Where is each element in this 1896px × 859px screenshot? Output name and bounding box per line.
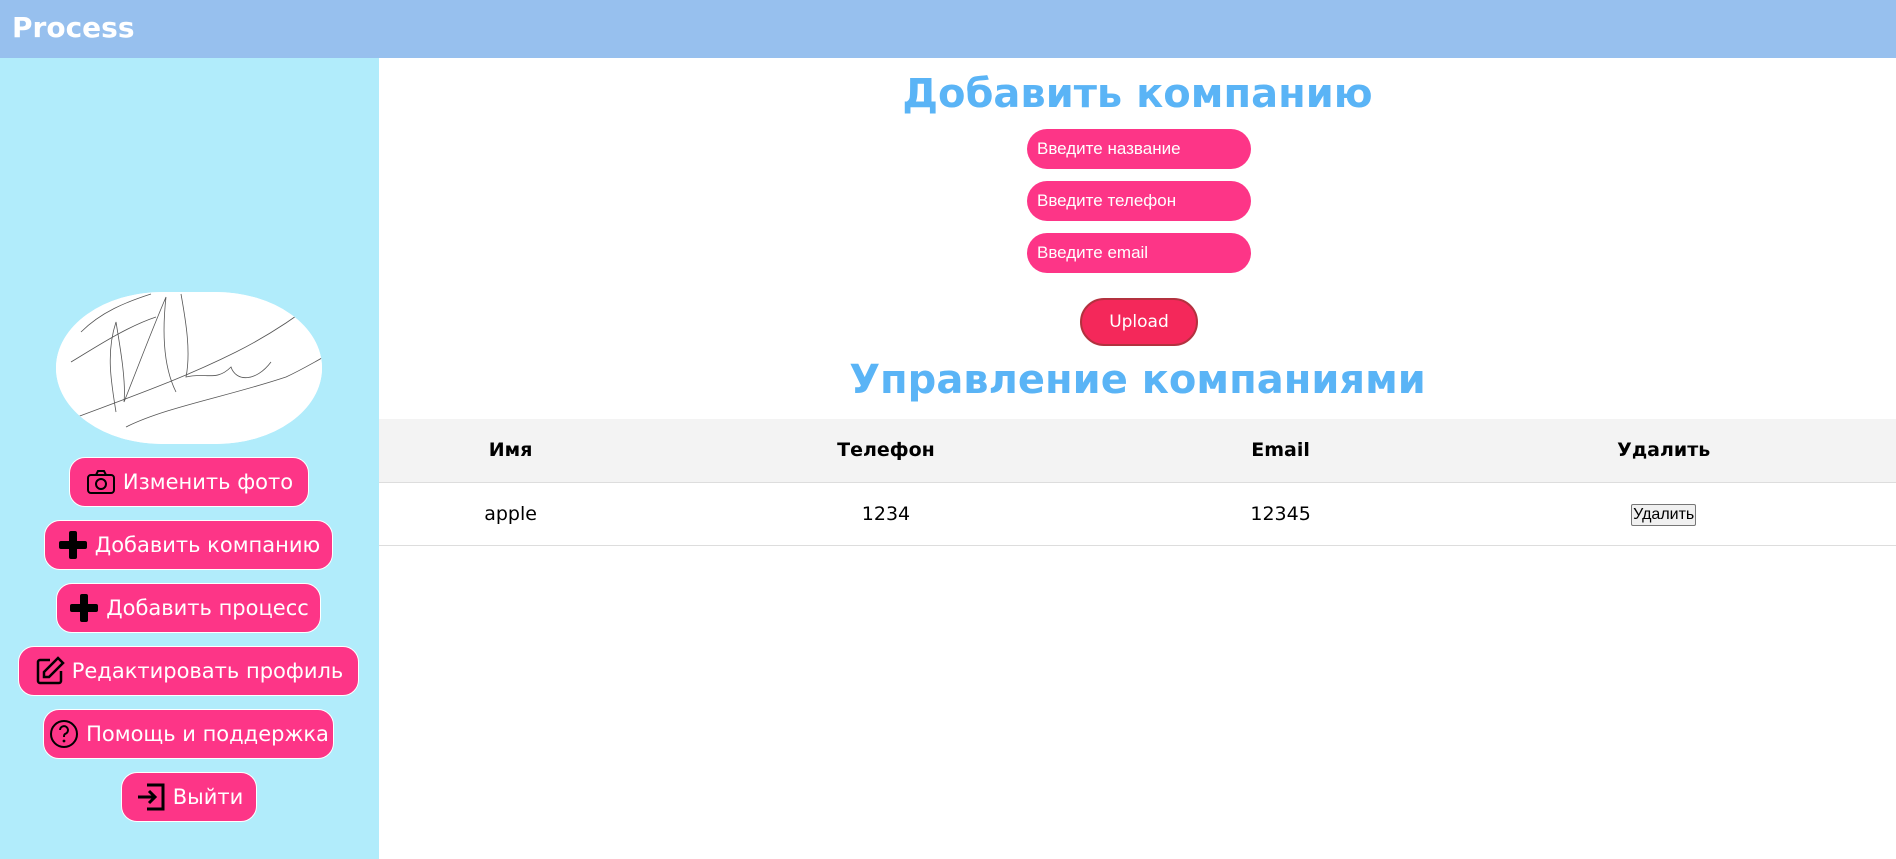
company-phone-input[interactable] [1027, 181, 1251, 221]
edit-profile-button[interactable]: Редактировать профиль [18, 646, 359, 696]
app-title: Process [12, 11, 135, 44]
help-icon [48, 718, 80, 750]
add-company-title: Добавить компанию [902, 71, 1373, 117]
logout-label: Выйти [172, 785, 244, 809]
delete-company-button[interactable]: Удалить [1631, 503, 1697, 526]
help-support-button[interactable]: Помощь и поддержка [43, 709, 334, 759]
plus-icon [68, 592, 100, 624]
companies-table: Имя Телефон Email Удалить apple 1234 123… [379, 419, 1896, 546]
company-email-input[interactable] [1027, 233, 1251, 273]
column-name-header: Имя [379, 419, 643, 483]
column-delete-header: Удалить [1431, 419, 1896, 483]
company-name-cell: apple [379, 482, 643, 546]
upload-button[interactable]: Upload [1080, 298, 1198, 346]
change-photo-button[interactable]: Изменить фото [69, 457, 309, 507]
avatar [56, 292, 322, 444]
table-row: apple 1234 12345 Удалить [379, 482, 1896, 546]
help-support-label: Помощь и поддержка [86, 722, 329, 746]
add-process-button[interactable]: Добавить процесс [56, 583, 321, 633]
logout-button[interactable]: Выйти [121, 772, 257, 822]
change-photo-label: Изменить фото [122, 470, 294, 494]
edit-icon [34, 655, 66, 687]
column-email-header: Email [1129, 419, 1432, 483]
add-company-label: Добавить компанию [94, 533, 321, 557]
sidebar: Изменить фото Добавить компанию Добавить… [0, 58, 379, 859]
edit-profile-label: Редактировать профиль [71, 659, 344, 683]
table-header-row: Имя Телефон Email Удалить [379, 419, 1896, 483]
camera-icon [85, 466, 117, 498]
main-content: Добавить компанию Upload Управление комп… [379, 58, 1896, 859]
signature-image [56, 292, 322, 444]
logout-icon [135, 781, 167, 813]
company-phone-cell: 1234 [642, 482, 1130, 546]
manage-companies-title: Управление компаниями [849, 357, 1426, 403]
plus-icon [57, 529, 89, 561]
top-bar: Process [0, 0, 1896, 58]
delete-cell: Удалить [1431, 482, 1896, 546]
company-email-cell: 12345 [1129, 482, 1432, 546]
company-name-input[interactable] [1027, 129, 1251, 169]
add-company-button[interactable]: Добавить компанию [44, 520, 333, 570]
add-process-label: Добавить процесс [106, 596, 309, 620]
column-phone-header: Телефон [642, 419, 1130, 483]
